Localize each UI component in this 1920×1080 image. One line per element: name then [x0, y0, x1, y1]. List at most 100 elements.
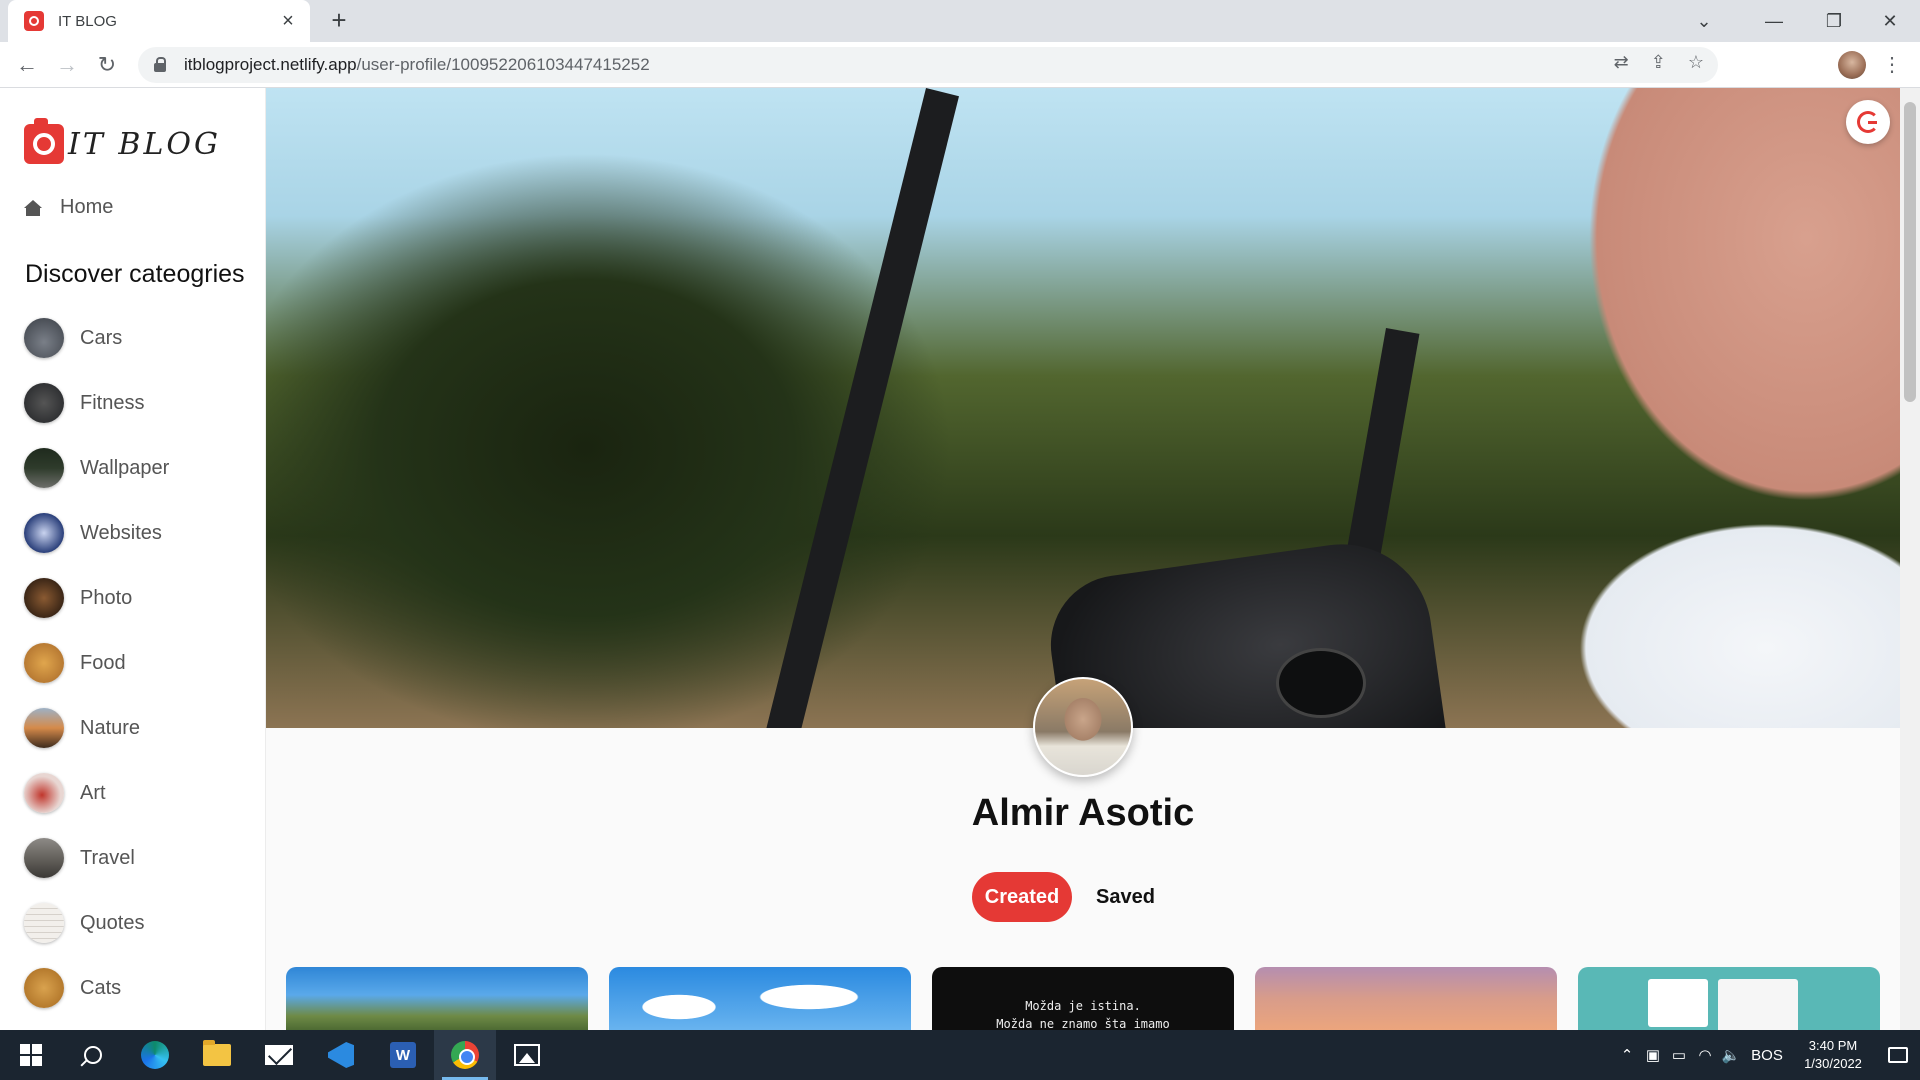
minimize-button[interactable]: —: [1746, 0, 1802, 42]
sidebar: IT BLOG Home Discover cateogries Cars Fi…: [0, 88, 266, 1030]
volume-icon[interactable]: 🔈: [1718, 1046, 1744, 1064]
grammarly-icon: [1857, 111, 1879, 133]
taskbar-file-explorer[interactable]: [186, 1030, 248, 1080]
user-avatar: [1033, 677, 1133, 777]
sidebar-item-websites[interactable]: Websites: [24, 513, 169, 553]
taskbar-word[interactable]: W: [372, 1030, 434, 1080]
profile-tabs: Created Saved: [972, 872, 1155, 922]
meet-now-icon[interactable]: ▣: [1640, 1046, 1666, 1064]
taskbar-clock[interactable]: 3:40 PM 1/30/2022: [1790, 1037, 1876, 1073]
folder-icon: [203, 1040, 231, 1066]
close-tab-icon[interactable]: ×: [278, 11, 298, 31]
post-card[interactable]: [286, 967, 588, 1030]
windows-taskbar: W ⌃ ▣ ▭ ◠ 🔈 BOS 3:40 PM 1/30/2022: [0, 1030, 1920, 1080]
site-favicon-icon: [24, 11, 44, 31]
search-icon: [84, 1046, 102, 1064]
category-thumbnail: [24, 448, 64, 488]
new-tab-button[interactable]: +: [324, 6, 354, 36]
sidebar-item-nature[interactable]: Nature: [24, 708, 169, 748]
browser-tab[interactable]: IT BLOG ×: [8, 0, 310, 42]
category-thumbnail: [24, 578, 64, 618]
sidebar-item-art[interactable]: Art: [24, 773, 169, 813]
sidebar-item-wallpaper[interactable]: Wallpaper: [24, 448, 169, 488]
browser-menu-icon[interactable]: ⋮: [1882, 51, 1902, 79]
photos-icon: [514, 1044, 540, 1066]
edge-icon: [141, 1041, 169, 1069]
site-logo[interactable]: IT BLOG: [24, 118, 221, 164]
page-scrollbar[interactable]: [1900, 88, 1920, 1030]
restore-button[interactable]: ❐: [1806, 0, 1862, 42]
category-thumbnail: [24, 773, 64, 813]
sidebar-item-cars[interactable]: Cars: [24, 318, 169, 358]
sidebar-item-fitness[interactable]: Fitness: [24, 383, 169, 423]
category-thumbnail: [24, 708, 64, 748]
taskbar-photos[interactable]: [496, 1030, 558, 1080]
post-illustration-shape: [1648, 979, 1708, 1027]
scrollbar-thumb[interactable]: [1904, 102, 1916, 402]
sidebar-item-travel[interactable]: Travel: [24, 838, 169, 878]
bookmark-star-icon[interactable]: ☆: [1688, 52, 1704, 73]
user-name: Almir Asotic: [971, 792, 1195, 834]
word-icon: W: [390, 1042, 416, 1068]
wifi-icon[interactable]: ◠: [1692, 1046, 1718, 1064]
post-card[interactable]: [1255, 967, 1557, 1030]
url-text[interactable]: itblogproject.netlify.app/user-profile/1…: [184, 55, 650, 75]
back-button[interactable]: ←: [12, 50, 42, 80]
lock-icon[interactable]: [154, 57, 168, 73]
taskbar-edge[interactable]: [124, 1030, 186, 1080]
post-card[interactable]: [1578, 967, 1880, 1030]
sidebar-item-home[interactable]: Home: [24, 196, 113, 219]
post-card[interactable]: Možda je istina. Možda ne znamo šta imam…: [932, 967, 1234, 1030]
tab-saved[interactable]: Saved: [1096, 872, 1155, 922]
post-quote-text: Možda je istina. Možda ne znamo šta imam…: [996, 999, 1170, 1030]
address-bar[interactable]: itblogproject.netlify.app/user-profile/1…: [138, 47, 1718, 83]
windows-logo-icon: [20, 1044, 42, 1066]
taskbar-vscode[interactable]: [310, 1030, 372, 1080]
browser-profile-avatar[interactable]: [1838, 51, 1866, 79]
category-thumbnail: [24, 838, 64, 878]
cover-dial-decoration: [1276, 648, 1366, 718]
chevron-up-icon[interactable]: ⌃: [1614, 1046, 1640, 1064]
reload-button[interactable]: ↻: [92, 50, 122, 80]
translate-icon[interactable]: ⇄: [1614, 52, 1629, 73]
clock-time: 3:40 PM: [1808, 1038, 1858, 1053]
camera-logo-icon: [24, 118, 64, 164]
post-card[interactable]: [609, 967, 911, 1030]
mail-icon: [265, 1045, 293, 1065]
close-window-button[interactable]: ✕: [1862, 0, 1918, 42]
sidebar-item-quotes[interactable]: Quotes: [24, 903, 169, 943]
category-thumbnail: [24, 968, 64, 1008]
category-thumbnail: [24, 513, 64, 553]
language-indicator[interactable]: BOS: [1744, 1047, 1790, 1064]
vscode-icon: [328, 1042, 354, 1068]
category-thumbnail: [24, 903, 64, 943]
notification-center-button[interactable]: [1876, 1030, 1920, 1080]
sidebar-item-food[interactable]: Food: [24, 643, 169, 683]
battery-icon[interactable]: ▭: [1666, 1046, 1692, 1064]
browser-toolbar: ← → ↻ itblogproject.netlify.app/user-pro…: [0, 42, 1920, 88]
post-illustration-shape: [1718, 979, 1798, 1030]
clock-date: 1/30/2022: [1804, 1056, 1862, 1071]
sidebar-item-cats[interactable]: Cats: [24, 968, 169, 1008]
logo-text: IT BLOG: [68, 126, 221, 162]
taskbar-chrome[interactable]: [434, 1030, 496, 1080]
taskbar-search-button[interactable]: [62, 1030, 124, 1080]
system-tray: ⌃ ▣ ▭ ◠ 🔈 BOS 3:40 PM 1/30/2022: [1614, 1030, 1920, 1080]
tab-created[interactable]: Created: [972, 872, 1072, 922]
home-label: Home: [60, 196, 114, 218]
grammarly-extension-button[interactable]: [1846, 100, 1890, 144]
tab-title: IT BLOG: [58, 12, 117, 30]
share-icon[interactable]: ⇪: [1651, 52, 1666, 73]
forward-button[interactable]: →: [52, 50, 82, 80]
notification-icon: [1888, 1047, 1908, 1063]
taskbar-mail[interactable]: [248, 1030, 310, 1080]
sidebar-item-photo[interactable]: Photo: [24, 578, 169, 618]
browser-tab-strip: IT BLOG × + ⌄ — ❐ ✕: [0, 0, 1920, 42]
category-thumbnail: [24, 318, 64, 358]
cover-strap-decoration: [756, 88, 959, 728]
start-button[interactable]: [0, 1030, 62, 1080]
posts-grid: Možda je istina. Možda ne znamo šta imam…: [286, 967, 1880, 1030]
profile-main: Almir Asotic Created Saved Možda je isti…: [266, 88, 1900, 1030]
tab-search-chevron-icon[interactable]: ⌄: [1676, 0, 1732, 42]
page-viewport: IT BLOG Home Discover cateogries Cars Fi…: [0, 88, 1900, 1030]
